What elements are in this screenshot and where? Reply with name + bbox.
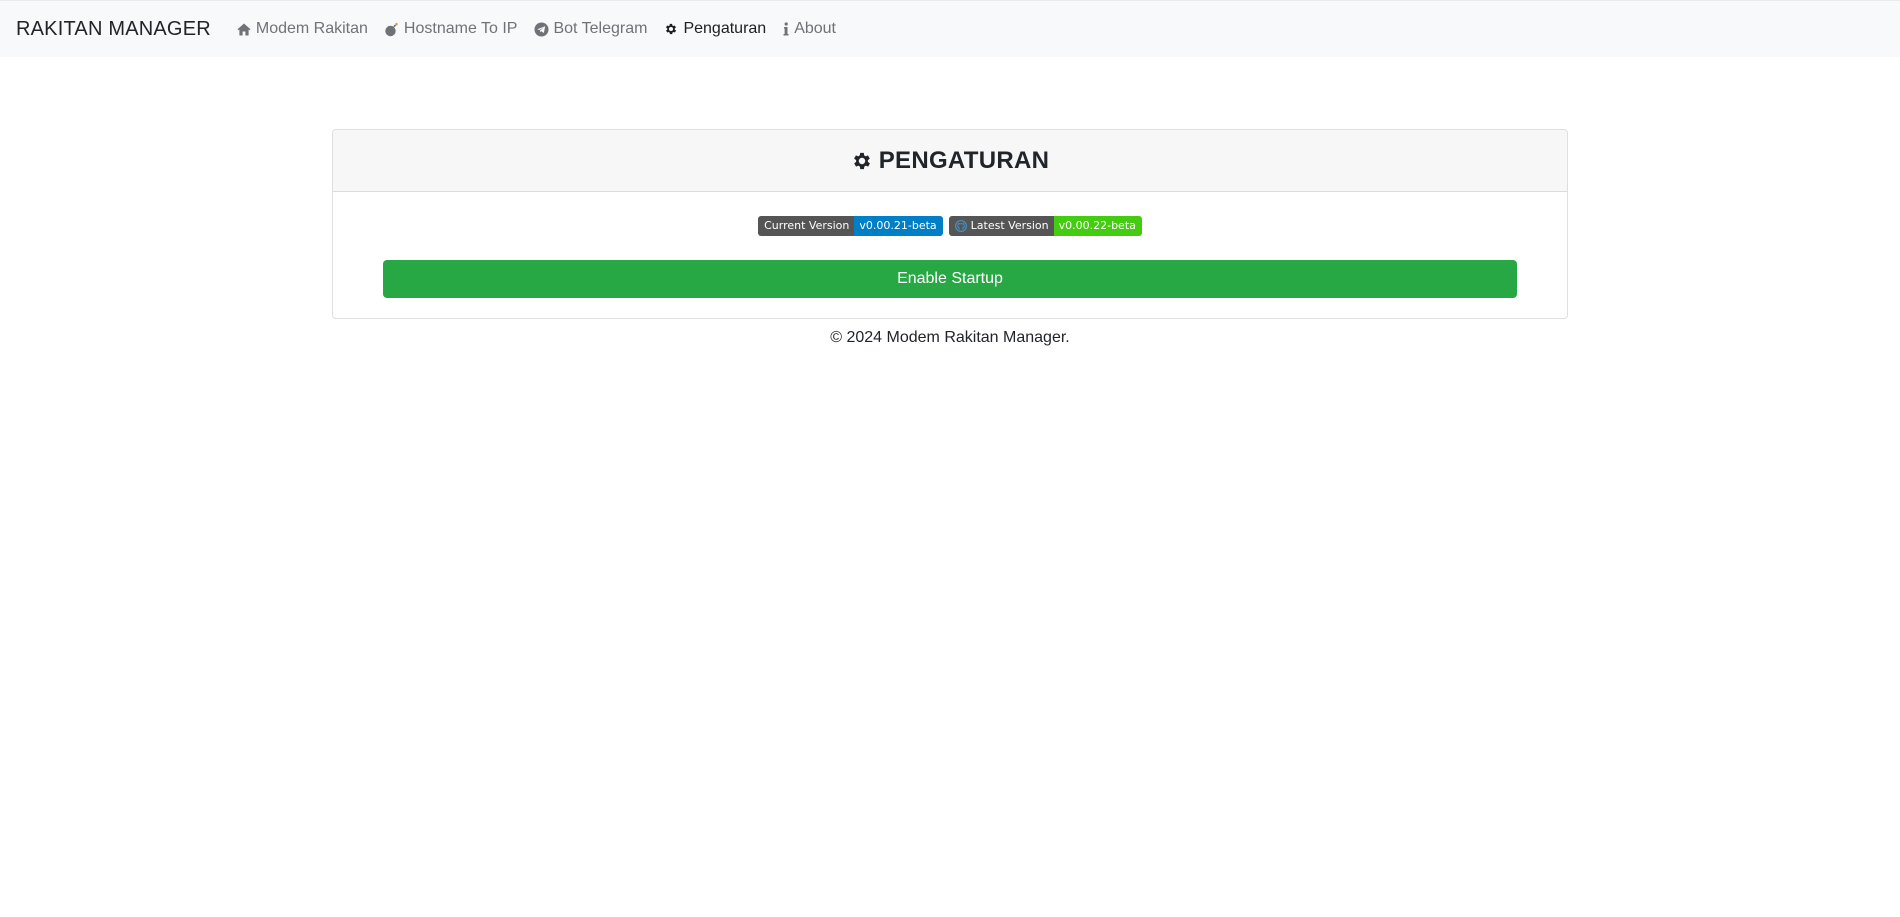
current-version-badge[interactable]: Current Version v0.00.21-beta [758,216,943,236]
nav-item-label: Bot Telegram [553,20,648,37]
home-icon [236,21,252,37]
badge-value: v0.00.22-beta [1053,216,1142,236]
badge-value: v0.00.21-beta [854,216,943,236]
nav-item-bot-telegram[interactable]: Bot Telegram [533,20,647,38]
nav-item-label: Pengaturan [683,20,767,37]
nav-item-about[interactable]: About [782,20,836,38]
card-header: PENGATURAN [333,130,1567,192]
nav-item-modem-rakitan[interactable]: Modem Rakitan [236,20,368,38]
info-icon [782,21,790,37]
settings-card: PENGATURAN Current Version v0.00.21-beta… [332,129,1568,319]
footer: © 2024 Modem Rakitan Manager. [0,329,1900,347]
badge-label-wrap: Latest Version [948,216,1054,236]
card-title-text: PENGATURAN [878,146,1050,174]
nav-item-hostname-to-ip[interactable]: Hostname To IP [384,20,518,38]
badge-label: Latest Version [970,219,1049,232]
footer-copyright: © 2024 Modem Rakitan Manager. [830,329,1070,346]
github-icon [954,220,967,232]
nav-item-label: Modem Rakitan [255,20,368,37]
gear-icon [851,150,873,172]
latest-version-badge[interactable]: Latest Version v0.00.22-beta [948,216,1142,236]
gear-icon [663,21,679,37]
navbar-brand[interactable]: RAKITAN MANAGER [16,18,211,41]
nav-item-label: About [794,20,836,37]
enable-startup-button[interactable]: Enable Startup [383,260,1517,298]
card-body: Current Version v0.00.21-beta Latest Ver… [333,192,1567,298]
version-badges: Current Version v0.00.21-beta Latest Ver… [333,216,1567,236]
navbar: RAKITAN MANAGER Modem Rakitan Hostname T… [0,0,1900,57]
bomb-icon [384,21,400,37]
nav-item-pengaturan[interactable]: Pengaturan [663,20,766,38]
badge-label: Current Version [758,216,855,236]
nav-item-label: Hostname To IP [403,20,518,37]
telegram-icon [533,21,549,37]
page-title: PENGATURAN [851,147,1050,175]
